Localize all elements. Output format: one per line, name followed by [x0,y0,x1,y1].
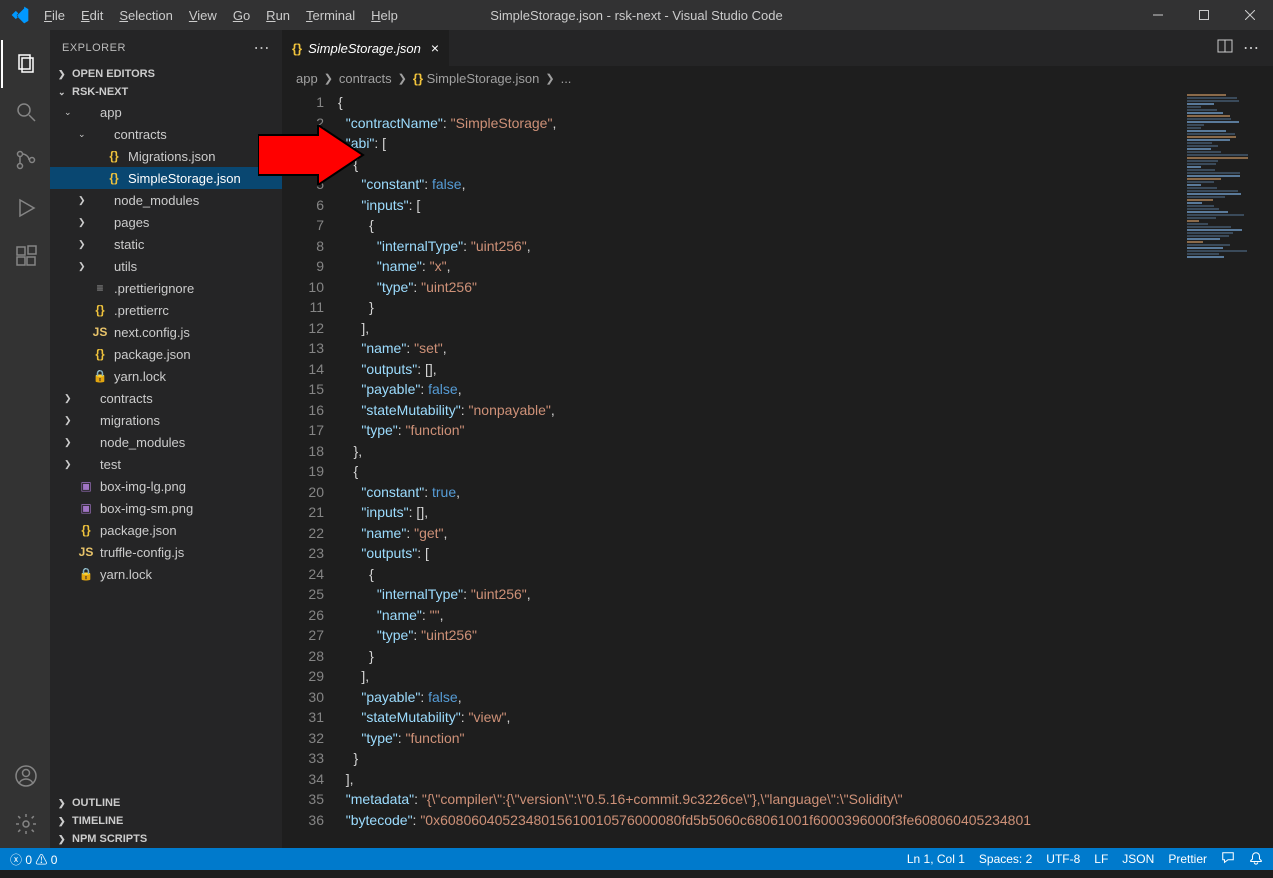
file-tree: ⌄app⌄contracts{}Migrations.json{}SimpleS… [50,101,282,794]
tree-item-node_modules[interactable]: ❯node_modules [50,431,282,453]
titlebar: FileEditSelectionViewGoRunTerminalHelp S… [0,0,1273,30]
activity-bar [0,30,50,848]
feedback-icon[interactable] [1221,851,1235,868]
tab-label: SimpleStorage.json [308,41,421,56]
close-tab-icon[interactable]: × [431,40,439,56]
more-icon[interactable]: ⋯ [254,38,271,58]
breadcrumb-item[interactable]: contracts [339,71,392,86]
tree-item-SimpleStorage-json[interactable]: {}SimpleStorage.json [50,167,282,189]
menu-go[interactable]: Go [227,4,256,27]
section-timeline[interactable]: ❯TIMELINE [50,812,282,830]
search-icon[interactable] [1,88,49,136]
explorer-header: EXPLORER ⋯ [50,30,282,65]
minimap[interactable] [1173,90,1273,848]
language-mode[interactable]: JSON [1122,852,1154,866]
source-control-icon[interactable] [1,136,49,184]
code-content[interactable]: { "contractName": "SimpleStorage", "abi"… [338,90,1173,848]
editor-area: {} SimpleStorage.json × ⋯ app❯contracts❯… [282,30,1273,848]
section-project[interactable]: ⌄RSK-NEXT [50,83,282,101]
close-button[interactable] [1227,0,1273,30]
menu-edit[interactable]: Edit [75,4,109,27]
errors-warnings[interactable]: ⓧ 0 ⚠ 0 [10,851,57,868]
bell-icon[interactable] [1249,851,1263,868]
tree-item-utils[interactable]: ❯utils [50,255,282,277]
breadcrumb-item[interactable]: {} SimpleStorage.json [413,71,539,86]
cursor-position[interactable]: Ln 1, Col 1 [907,852,965,866]
tree-item--prettierrc[interactable]: {}.prettierrc [50,299,282,321]
menu-help[interactable]: Help [365,4,404,27]
tree-item-yarn-lock[interactable]: 🔒yarn.lock [50,365,282,387]
extensions-icon[interactable] [1,232,49,280]
tree-item-contracts[interactable]: ❯contracts [50,387,282,409]
tree-item-static[interactable]: ❯static [50,233,282,255]
prettier-status[interactable]: Prettier [1168,852,1207,866]
menu-run[interactable]: Run [260,4,296,27]
explorer-icon[interactable] [1,40,49,88]
tree-item-truffle-config-js[interactable]: JStruffle-config.js [50,541,282,563]
tree-item-Migrations-json[interactable]: {}Migrations.json [50,145,282,167]
tree-item-app[interactable]: ⌄app [50,101,282,123]
tab-simplestorage[interactable]: {} SimpleStorage.json × [282,30,450,66]
tree-item-node_modules[interactable]: ❯node_modules [50,189,282,211]
braces-icon: {} [292,41,302,56]
tree-item--prettierignore[interactable]: ≡.prettierignore [50,277,282,299]
code-editor[interactable]: 1234567891011121314151617181920212223242… [282,90,1273,848]
breadcrumbs[interactable]: app❯contracts❯{} SimpleStorage.json❯... [282,66,1273,90]
tree-item-pages[interactable]: ❯pages [50,211,282,233]
minimize-button[interactable] [1135,0,1181,30]
encoding[interactable]: UTF-8 [1046,852,1080,866]
run-debug-icon[interactable] [1,184,49,232]
menubar: FileEditSelectionViewGoRunTerminalHelp [38,4,404,27]
window-title: SimpleStorage.json - rsk-next - Visual S… [490,8,782,23]
tree-item-package-json[interactable]: {}package.json [50,519,282,541]
section-outline[interactable]: ❯OUTLINE [50,794,282,812]
menu-selection[interactable]: Selection [113,4,178,27]
eol[interactable]: LF [1094,852,1108,866]
section-open-editors[interactable]: ❯OPEN EDITORS [50,65,282,83]
explorer-title: EXPLORER [62,42,126,54]
tree-item-box-img-sm-png[interactable]: ▣box-img-sm.png [50,497,282,519]
sidebar-explorer: EXPLORER ⋯ ❯OPEN EDITORS ⌄RSK-NEXT ⌄app⌄… [50,30,282,848]
tree-item-box-img-lg-png[interactable]: ▣box-img-lg.png [50,475,282,497]
tree-item-next-config-js[interactable]: JSnext.config.js [50,321,282,343]
menu-file[interactable]: File [38,4,71,27]
menu-terminal[interactable]: Terminal [300,4,361,27]
section-npm-scripts[interactable]: ❯NPM SCRIPTS [50,830,282,848]
more-editor-icon[interactable]: ⋯ [1243,38,1259,58]
breadcrumb-item[interactable]: ... [561,71,572,86]
account-icon[interactable] [1,752,49,800]
tab-bar: {} SimpleStorage.json × ⋯ [282,30,1273,66]
settings-gear-icon[interactable] [1,800,49,848]
tree-item-yarn-lock[interactable]: 🔒yarn.lock [50,563,282,585]
maximize-button[interactable] [1181,0,1227,30]
annotation-arrow-icon [258,125,368,185]
tree-item-migrations[interactable]: ❯migrations [50,409,282,431]
indent-spaces[interactable]: Spaces: 2 [979,852,1032,866]
breadcrumb-item[interactable]: app [296,71,318,86]
tree-item-contracts[interactable]: ⌄contracts [50,123,282,145]
menu-view[interactable]: View [183,4,223,27]
line-gutter: 1234567891011121314151617181920212223242… [282,90,338,848]
vscode-logo-icon [10,5,30,25]
tree-item-package-json[interactable]: {}package.json [50,343,282,365]
status-bar: ⓧ 0 ⚠ 0 Ln 1, Col 1 Spaces: 2 UTF-8 LF J… [0,848,1273,870]
tree-item-test[interactable]: ❯test [50,453,282,475]
split-editor-icon[interactable] [1217,38,1233,59]
